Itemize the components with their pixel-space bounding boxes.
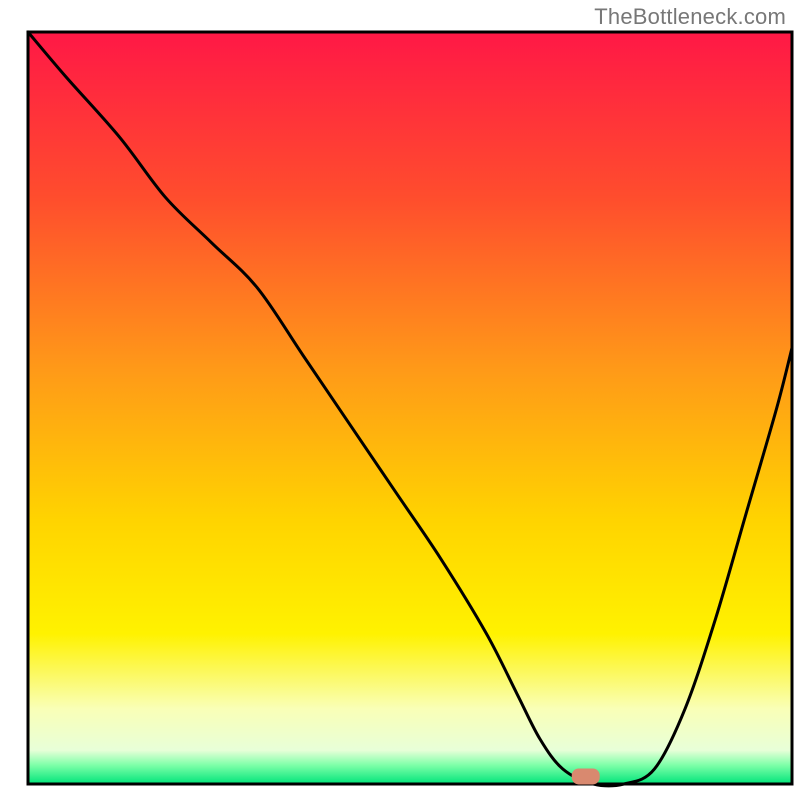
optimal-point-marker xyxy=(572,768,600,784)
bottleneck-chart xyxy=(0,0,800,800)
attribution-text: TheBottleneck.com xyxy=(594,4,786,30)
chart-container: { "attribution": "TheBottleneck.com", "c… xyxy=(0,0,800,800)
gradient-background xyxy=(28,32,792,784)
